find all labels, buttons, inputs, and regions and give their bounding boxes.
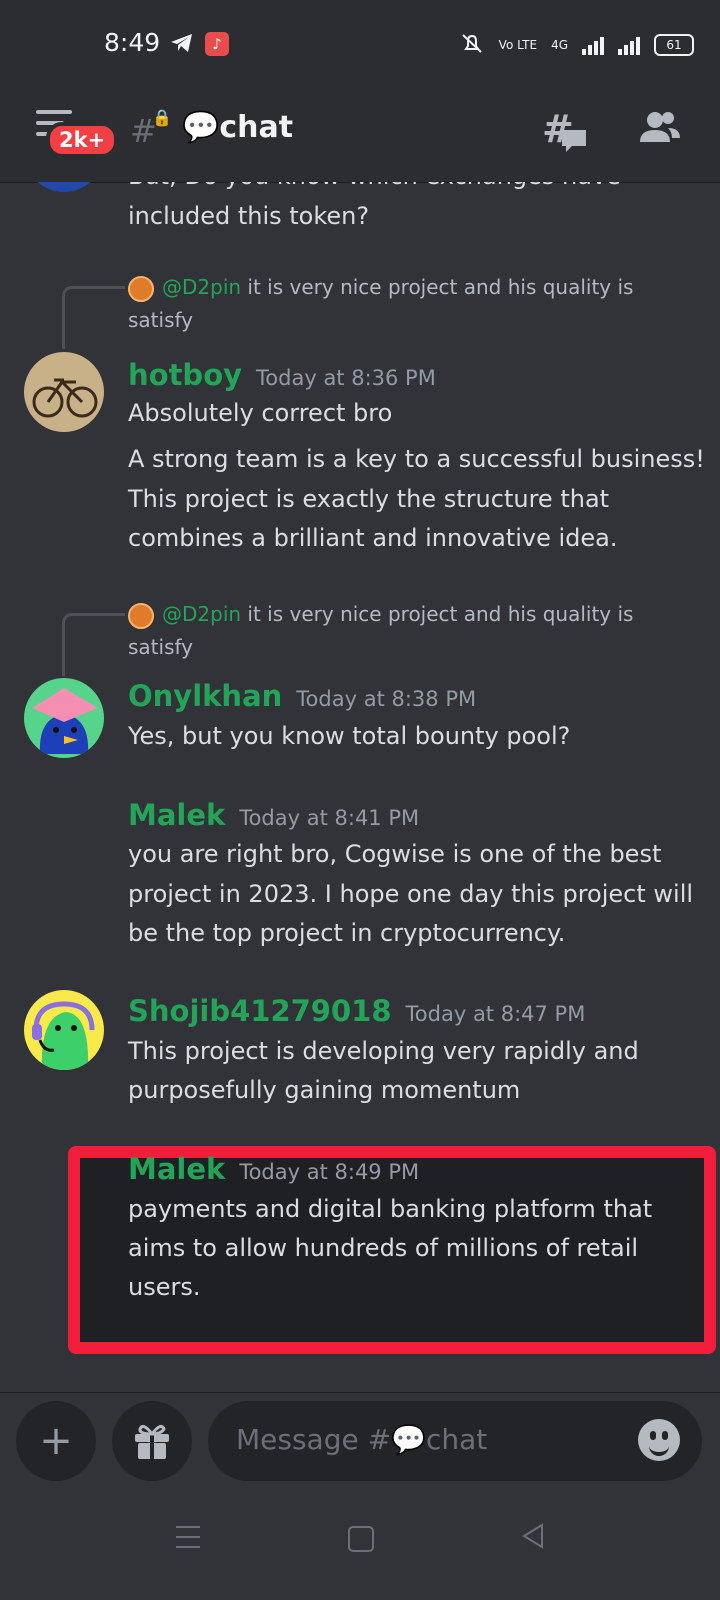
message-text: users.: [128, 1273, 201, 1301]
message-timestamp: Today at 8:47 PM: [405, 1002, 586, 1026]
message-timestamp: Today at 8:41 PM: [239, 806, 420, 830]
message-text: This project is exactly the structure th…: [128, 485, 610, 513]
reply-avatar: [128, 602, 154, 629]
status-bar: 8:49 ♪ Vo LTE 4G 61: [0, 0, 720, 90]
message-text: be the top project in cryptocurrency.: [128, 919, 566, 947]
reply-mention: @D2pin: [162, 275, 242, 299]
message-placeholder: Message #💬chat: [236, 1423, 488, 1456]
message-text: you are right bro, Cogwise is one of the…: [128, 840, 662, 868]
message-author[interactable]: Malek Today at 8:49 PM: [128, 1152, 419, 1186]
message-composer: + Message #💬chat: [0, 1392, 720, 1489]
reply-connector: [62, 613, 125, 676]
avatar[interactable]: [24, 182, 104, 192]
telegram-icon: [170, 32, 194, 58]
threads-icon[interactable]: #: [542, 107, 590, 158]
music-app-icon: ♪: [205, 32, 229, 56]
author-name[interactable]: Shojib41279018: [128, 994, 392, 1028]
message-text: A strong team is a key to a successful b…: [128, 445, 705, 473]
reply-text: satisfy: [128, 308, 194, 332]
reply-text: it is very nice project and his quality …: [247, 602, 634, 626]
author-name[interactable]: Malek: [128, 1152, 225, 1186]
message-text: But, Do you know which exchanges have: [128, 182, 621, 196]
message-text: combines a brilliant and innovative idea…: [128, 524, 618, 552]
message-author[interactable]: hotboy Today at 8:36 PM: [128, 358, 436, 392]
home-icon[interactable]: [348, 1526, 374, 1552]
status-time: 8:49: [104, 28, 161, 57]
recent-apps-icon[interactable]: [176, 1526, 200, 1556]
battery-indicator: 61: [654, 33, 694, 56]
reply-mention: @D2pin: [162, 602, 242, 626]
gift-icon: [135, 1424, 169, 1459]
message-text: Yes, but you know total bounty pool?: [128, 722, 571, 750]
reply-preview[interactable]: @D2pin it is very nice project and his q…: [128, 598, 633, 631]
message-text: purposefully gaining momentum: [128, 1076, 521, 1104]
reply-text: it is very nice project and his quality …: [247, 275, 634, 299]
lock-icon: 🔒: [152, 108, 172, 127]
avatar-hotboy[interactable]: [24, 352, 104, 432]
message-author[interactable]: Malek Today at 8:41 PM: [128, 798, 419, 832]
signal-bars-2-icon: [618, 35, 640, 55]
message-text: This project is developing very rapidly …: [128, 1037, 639, 1065]
channel-name: chat: [219, 110, 294, 145]
message-author[interactable]: Onylkhan Today at 8:38 PM: [128, 679, 476, 713]
message-text: payments and digital banking platform th…: [128, 1195, 653, 1223]
avatar-shojib[interactable]: [24, 990, 104, 1070]
message-timestamp: Today at 8:38 PM: [296, 687, 477, 711]
system-nav-bar: [0, 1488, 720, 1600]
message-list[interactable]: But, Do you know which exchanges have in…: [0, 182, 720, 1392]
channel-header: 2k+ # 🔒 💬chat #: [0, 90, 720, 183]
members-icon[interactable]: [638, 108, 682, 152]
message-timestamp: Today at 8:49 PM: [239, 1160, 420, 1184]
message-input[interactable]: Message #💬chat: [208, 1401, 702, 1481]
speech-bubble-emoji: 💬: [182, 110, 220, 145]
volte-label: Vo LTE: [498, 37, 538, 52]
avatar-onylkhan[interactable]: [24, 678, 104, 758]
reply-connector: [62, 286, 125, 349]
author-name[interactable]: hotboy: [128, 358, 242, 392]
plus-icon: +: [39, 1418, 73, 1464]
status-indicators: Vo LTE 4G 61: [459, 32, 694, 57]
unread-badge: 2k+: [46, 122, 119, 158]
channel-title[interactable]: 💬chat: [182, 110, 293, 145]
signal-bars-1-icon: [582, 35, 604, 55]
message-text: aims to allow hundreds of millions of re…: [128, 1234, 639, 1262]
message-text: included this token?: [128, 202, 370, 230]
back-icon[interactable]: [520, 1522, 546, 1554]
message-text: project in 2023. I hope one day this pro…: [128, 880, 694, 908]
reply-avatar: [128, 275, 154, 302]
message-author[interactable]: Shojib41279018 Today at 8:47 PM: [128, 994, 585, 1028]
message-timestamp: Today at 8:36 PM: [256, 366, 436, 390]
network-type: 4G: [551, 37, 568, 52]
author-name[interactable]: Onylkhan: [128, 679, 282, 713]
reply-preview[interactable]: @D2pin it is very nice project and his q…: [128, 271, 633, 304]
message-text: Absolutely correct bro: [128, 399, 393, 427]
emoji-icon[interactable]: [638, 1419, 680, 1461]
author-name[interactable]: Malek: [128, 798, 225, 832]
add-attachment-button[interactable]: +: [16, 1401, 96, 1481]
reply-text: satisfy: [128, 635, 194, 659]
mute-bell-icon: [459, 32, 485, 57]
gift-button[interactable]: [112, 1401, 192, 1481]
locked-channel-icon: # 🔒: [130, 108, 172, 150]
